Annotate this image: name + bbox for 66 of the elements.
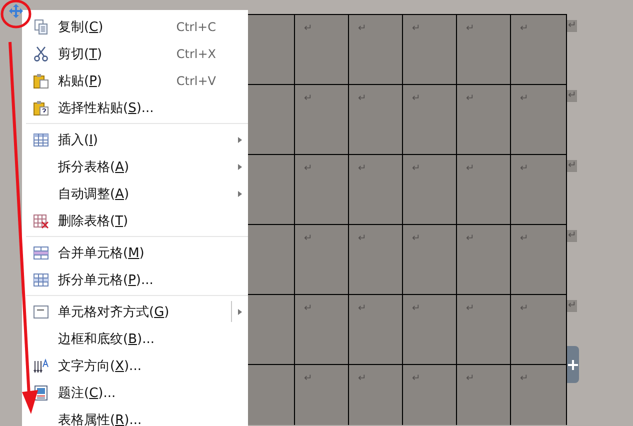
paragraph-mark: ↵ [358, 93, 366, 105]
menu-item[interactable]: 表格属性(R)... [22, 406, 248, 426]
merge-cells-icon [33, 244, 49, 260]
paragraph-mark: ↵ [466, 23, 474, 35]
table-grid-icon [33, 132, 49, 148]
paragraph-mark: ↵ [466, 373, 474, 385]
paragraph-mark: ↵ [304, 373, 312, 385]
row-end-mark: ↵ [567, 160, 578, 172]
paragraph-mark: ↵ [466, 93, 474, 105]
paragraph-mark: ↵ [304, 303, 312, 315]
plus-icon [568, 360, 578, 370]
paste-special-icon [33, 100, 49, 116]
menu-item[interactable]: 边框和底纹(B)... [22, 325, 248, 352]
paragraph-mark: ↵ [304, 23, 312, 35]
menu-item[interactable]: 拆分表格(A) [22, 153, 248, 180]
cut-icon [33, 46, 49, 62]
paragraph-mark: ↵ [358, 233, 366, 245]
caption-icon [33, 384, 49, 400]
menu-item[interactable]: 拆分单元格(P)... [22, 266, 248, 293]
paragraph-mark: ↵ [412, 373, 420, 385]
split-cells-icon [33, 272, 49, 288]
align-icon [33, 304, 49, 320]
paragraph-mark: ↵ [358, 303, 366, 315]
shortcut-text: Ctrl+V [176, 74, 216, 88]
copy-icon [33, 18, 49, 34]
paragraph-mark: ↵ [412, 303, 420, 315]
row-end-mark: ↵ [567, 90, 578, 102]
paragraph-mark: ↵ [304, 163, 312, 175]
paragraph-mark: ↵ [520, 93, 528, 105]
row-end-mark: ↵ [567, 230, 578, 242]
paragraph-mark: ↵ [304, 233, 312, 245]
paste-icon [33, 72, 49, 88]
menu-item[interactable]: 合并单元格(M) [22, 239, 248, 266]
paragraph-mark: ↵ [412, 163, 420, 175]
paragraph-mark: ↵ [358, 373, 366, 385]
menu-item[interactable]: 插入(I) [22, 126, 248, 153]
shortcut-text: Ctrl+X [176, 46, 216, 60]
paragraph-mark: ↵ [412, 93, 420, 105]
menu-item[interactable]: 复制(C) Ctrl+C [22, 13, 248, 40]
menu-item[interactable]: 删除表格(T) [22, 207, 248, 234]
menu-item[interactable]: 选择性粘贴(S)... [22, 94, 248, 121]
row-end-mark: ↵ [567, 20, 578, 32]
menu-item[interactable]: 剪切(T) Ctrl+X [22, 40, 248, 67]
paragraph-mark: ↵ [520, 303, 528, 315]
paragraph-mark: ↵ [358, 163, 366, 175]
paragraph-mark: ↵ [520, 163, 528, 175]
paragraph-mark: ↵ [520, 373, 528, 385]
shortcut-text: Ctrl+C [176, 20, 216, 34]
add-button[interactable] [567, 346, 579, 383]
move-handle-icon[interactable] [8, 3, 24, 19]
paragraph-mark: ↵ [520, 233, 528, 245]
paragraph-mark: ↵ [466, 233, 474, 245]
paragraph-mark: ↵ [412, 233, 420, 245]
menu-item[interactable]: 粘贴(P) Ctrl+V [22, 67, 248, 94]
paragraph-mark: ↵ [466, 163, 474, 175]
menu-item[interactable]: 单元格对齐方式(G) [22, 298, 248, 325]
delete-table-icon [33, 212, 49, 228]
text-direction-icon [33, 358, 49, 374]
paragraph-mark: ↵ [412, 23, 420, 35]
paragraph-mark: ↵ [520, 23, 528, 35]
paragraph-mark: ↵ [466, 303, 474, 315]
row-end-mark: ↵ [567, 300, 578, 312]
menu-item[interactable]: 自动调整(A) [22, 180, 248, 207]
paragraph-mark: ↵ [358, 23, 366, 35]
menu-item[interactable]: 文字方向(X)... [22, 352, 248, 379]
paragraph-mark: ↵ [304, 93, 312, 105]
